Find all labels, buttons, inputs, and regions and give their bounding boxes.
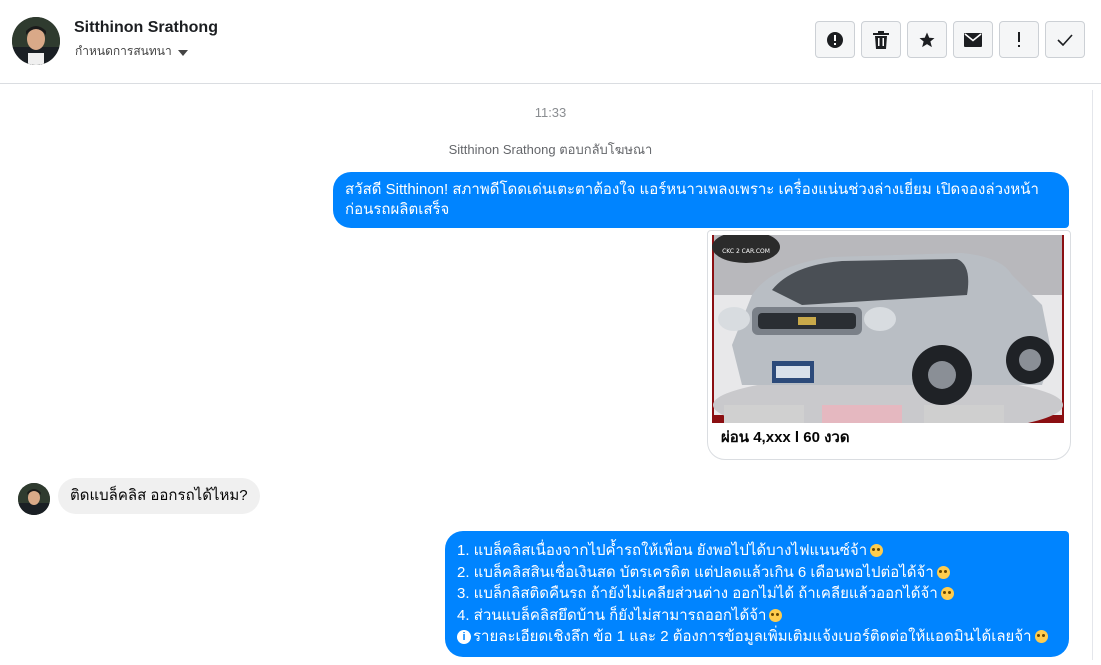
list-item: 3. แบล็กลิสติดคืนรถ ถ้ายังไม่เคลียส่วนต่… [457,583,1057,605]
outgoing-message-list[interactable]: 1. แบล็คลิสเนื่องจากไปค้ำรถให้เพื่อน ยัง… [445,531,1069,657]
emoji-icon [936,565,950,579]
conversation-header: Sitthinon Srathong กำหนดการสนทนา [0,0,1101,84]
incoming-message[interactable]: ติดแบล็คลิส ออกรถได้ไหม? [58,478,260,514]
ad-reply-note: Sitthinon Srathong ตอบกลับโฆษณา [448,142,653,157]
mail-icon [964,32,982,47]
ad-card-image: CKC 2 CAR.COM [712,231,1064,435]
emoji-icon [1034,630,1048,644]
message-timestamp: 11:33 [534,105,567,120]
ad-card-caption: ผ่อน 4,xxx l 60 งวด [721,429,850,446]
star-button[interactable] [907,21,947,58]
ad-card[interactable]: CKC 2 CAR.COM ผ่อน 4,xxx l 60 งวด [707,230,1071,460]
watermark-text: CKC 2 CAR.COM [722,248,770,255]
contact-avatar-small[interactable] [18,483,50,515]
contact-avatar[interactable] [12,17,60,65]
list-item: 2. แบล็คลิสสินเชื่อเงินสด บัตรเครดิต แต่… [457,562,1057,584]
emoji-icon [870,544,884,558]
conversation-status-label: กำหนดการสนทนา [75,44,172,58]
star-icon [919,32,935,47]
check-icon [1057,33,1073,46]
trash-icon [873,30,889,49]
important-button[interactable] [999,21,1039,58]
delete-button[interactable] [861,21,901,58]
list-item: i รายละเอียดเชิงลึก ข้อ 1 และ 2 ต้องการข้… [457,626,1057,648]
message-thread: 11:33 Sitthinon Srathong ตอบกลับโฆษณา สว… [0,85,1101,665]
exclamation-icon [1018,31,1020,47]
caret-down-icon [177,49,188,56]
list-item: 1. แบล็คลิสเนื่องจากไปค้ำรถให้เพื่อน ยัง… [457,540,1057,562]
info-icon: i [457,629,471,644]
emoji-icon [940,587,954,601]
list-item: 4. ส่วนแบล็คลิสยึดบ้าน ก็ยังไม่สามารถออก… [457,605,1057,627]
spam-button[interactable] [815,21,855,58]
thread-scrollbar[interactable] [1092,90,1099,660]
alert-circle-icon [827,31,843,48]
contact-name[interactable]: Sitthinon Srathong [74,19,218,37]
done-button[interactable] [1045,21,1085,58]
conversation-status-dropdown[interactable]: กำหนดการสนทนา [75,42,188,61]
emoji-icon [769,608,783,622]
header-toolbar [815,21,1085,58]
mark-unread-button[interactable] [953,21,993,58]
outgoing-message[interactable]: สวัสดี Sitthinon! สภาพดีโดดเด่นเตะตาต้อง… [333,172,1069,228]
